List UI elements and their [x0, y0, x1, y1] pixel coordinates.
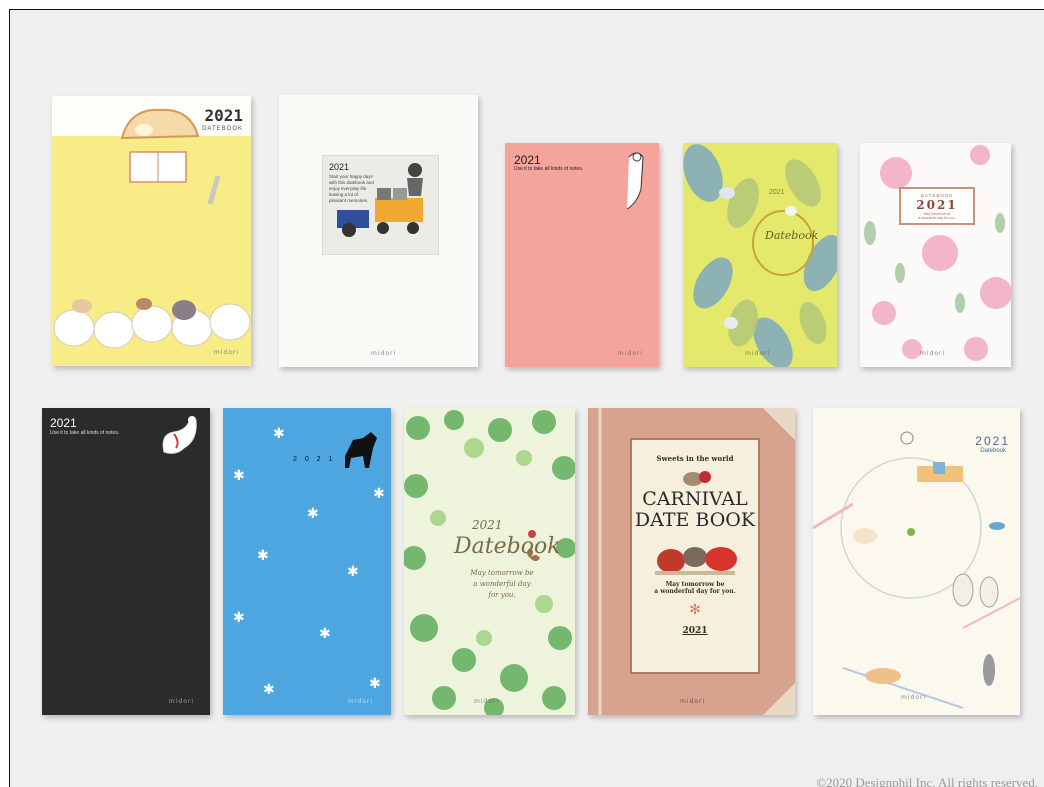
book-year: 2021 — [769, 189, 785, 196]
book-tagline: Use it to take all kinds of notes. — [50, 430, 120, 436]
book-year: 2021 — [975, 434, 1010, 448]
datebook-roses[interactable]: DATEBOOK 2021 May tomorrow be a wonderfu… — [860, 143, 1011, 367]
datebook-pink[interactable]: 2021 Use it to take all kinds of notes. … — [505, 143, 659, 367]
label-text-line: May tomorrow be — [665, 581, 725, 588]
cats-illustration — [813, 431, 1020, 709]
rose-label-box: DATEBOOK 2021 May tomorrow be a wonderfu… — [899, 187, 975, 225]
ornament-icon: ✻ — [689, 601, 701, 617]
svg-text:✱: ✱ — [347, 564, 359, 580]
book-year: 2021 — [204, 106, 243, 125]
midori-logo: midori — [680, 698, 706, 705]
datebook-black[interactable]: 2021 Use it to take all kinds of notes. … — [42, 408, 210, 715]
book-subtitle: Datebook — [980, 448, 1006, 454]
book-title: Datebook — [765, 229, 819, 242]
bird-icon — [162, 416, 197, 454]
book-tagline: Use it to take all kinds of notes. — [514, 166, 584, 172]
datebook-carnival[interactable]: Sweets in the world CARNIVAL DATE BOOK M… — [588, 408, 795, 715]
dog-icon — [345, 432, 377, 468]
svg-text:✱: ✱ — [373, 486, 385, 502]
label-header: Sweets in the world — [656, 454, 734, 463]
datebook-clover[interactable]: 2021 Datebook May tomorrow be a wonderfu… — [404, 408, 575, 715]
midori-logo: midori — [901, 694, 927, 701]
midori-logo: midori — [371, 350, 397, 357]
sweets-illustration — [655, 547, 737, 575]
book-year-spaced: 2 0 2 1 — [293, 456, 336, 463]
svg-text:✱: ✱ — [233, 468, 245, 484]
book-subtitle: DATEBOOK — [202, 126, 243, 132]
book-title: Datebook — [454, 534, 561, 559]
bird-icon — [626, 152, 644, 210]
tractor-illustration — [337, 163, 423, 237]
datebook-cats[interactable]: 2021 Datebook midori — [813, 408, 1020, 715]
midori-logo: midori — [347, 698, 373, 705]
svg-text:✱: ✱ — [257, 548, 269, 564]
svg-text:✱: ✱ — [233, 610, 245, 626]
midori-logo: midori — [745, 350, 771, 357]
book-year: 2021 — [916, 198, 958, 212]
cover-text-line: a wonderful day — [473, 580, 531, 588]
svg-text:✱: ✱ — [263, 682, 275, 698]
cover-text-line: for you. — [488, 591, 516, 599]
datebook-blue-dog[interactable]: ✱ ✱ ✱ ✱ ✱ ✱ ✱ ✱ ✱ ✱ 2 0 2 1 midori — [223, 408, 391, 715]
midori-logo: midori — [168, 698, 194, 705]
svg-text:✱: ✱ — [319, 626, 331, 642]
cat-icon — [683, 471, 711, 486]
tractor-window: 2021 Start your happy days with this dat… — [322, 155, 439, 255]
midori-logo: midori — [474, 698, 500, 705]
datebook-yellow-dogs[interactable]: 2021 DATEBOOK midori — [52, 96, 251, 366]
roses-illustration — [864, 145, 1011, 361]
datebook-white-tractor[interactable]: 2021 Start your happy days with this dat… — [279, 95, 478, 367]
label-title-line2: DATE BOOK — [634, 509, 756, 531]
label-text-line: a wonderful day for you. — [654, 588, 736, 595]
snowflakes-illustration: ✱ ✱ ✱ ✱ ✱ ✱ ✱ ✱ ✱ ✱ — [233, 426, 385, 698]
clover-illustration — [404, 410, 575, 715]
midori-logo: midori — [920, 350, 946, 357]
label-text-line: a wonderful day for you. — [918, 216, 956, 220]
carnival-label: Sweets in the world CARNIVAL DATE BOOK M… — [630, 438, 760, 674]
cover-text-line: May tomorrow be — [470, 569, 534, 577]
label-year: 2021 — [682, 626, 708, 636]
midori-logo: midori — [213, 349, 239, 356]
leaves-illustration — [683, 144, 837, 367]
midori-logo: midori — [617, 350, 643, 357]
label-title-line1: CARNIVAL — [642, 488, 748, 510]
book-year: 2021 — [50, 416, 77, 430]
svg-text:✱: ✱ — [273, 426, 285, 442]
datebook-green-birds[interactable]: 2021 Datebook midori — [683, 143, 837, 367]
book-year: 2021 — [472, 518, 503, 532]
book-year: 2021 — [514, 153, 541, 167]
svg-text:✱: ✱ — [369, 676, 381, 692]
dogs-illustration — [52, 108, 251, 366]
product-photo-frame: 2021 DATEBOOK midori 2021 Start your hap… — [9, 9, 1044, 787]
copyright-text: ©2020 Designphil Inc. All rights reserve… — [816, 775, 1038, 787]
svg-text:✱: ✱ — [307, 506, 319, 522]
